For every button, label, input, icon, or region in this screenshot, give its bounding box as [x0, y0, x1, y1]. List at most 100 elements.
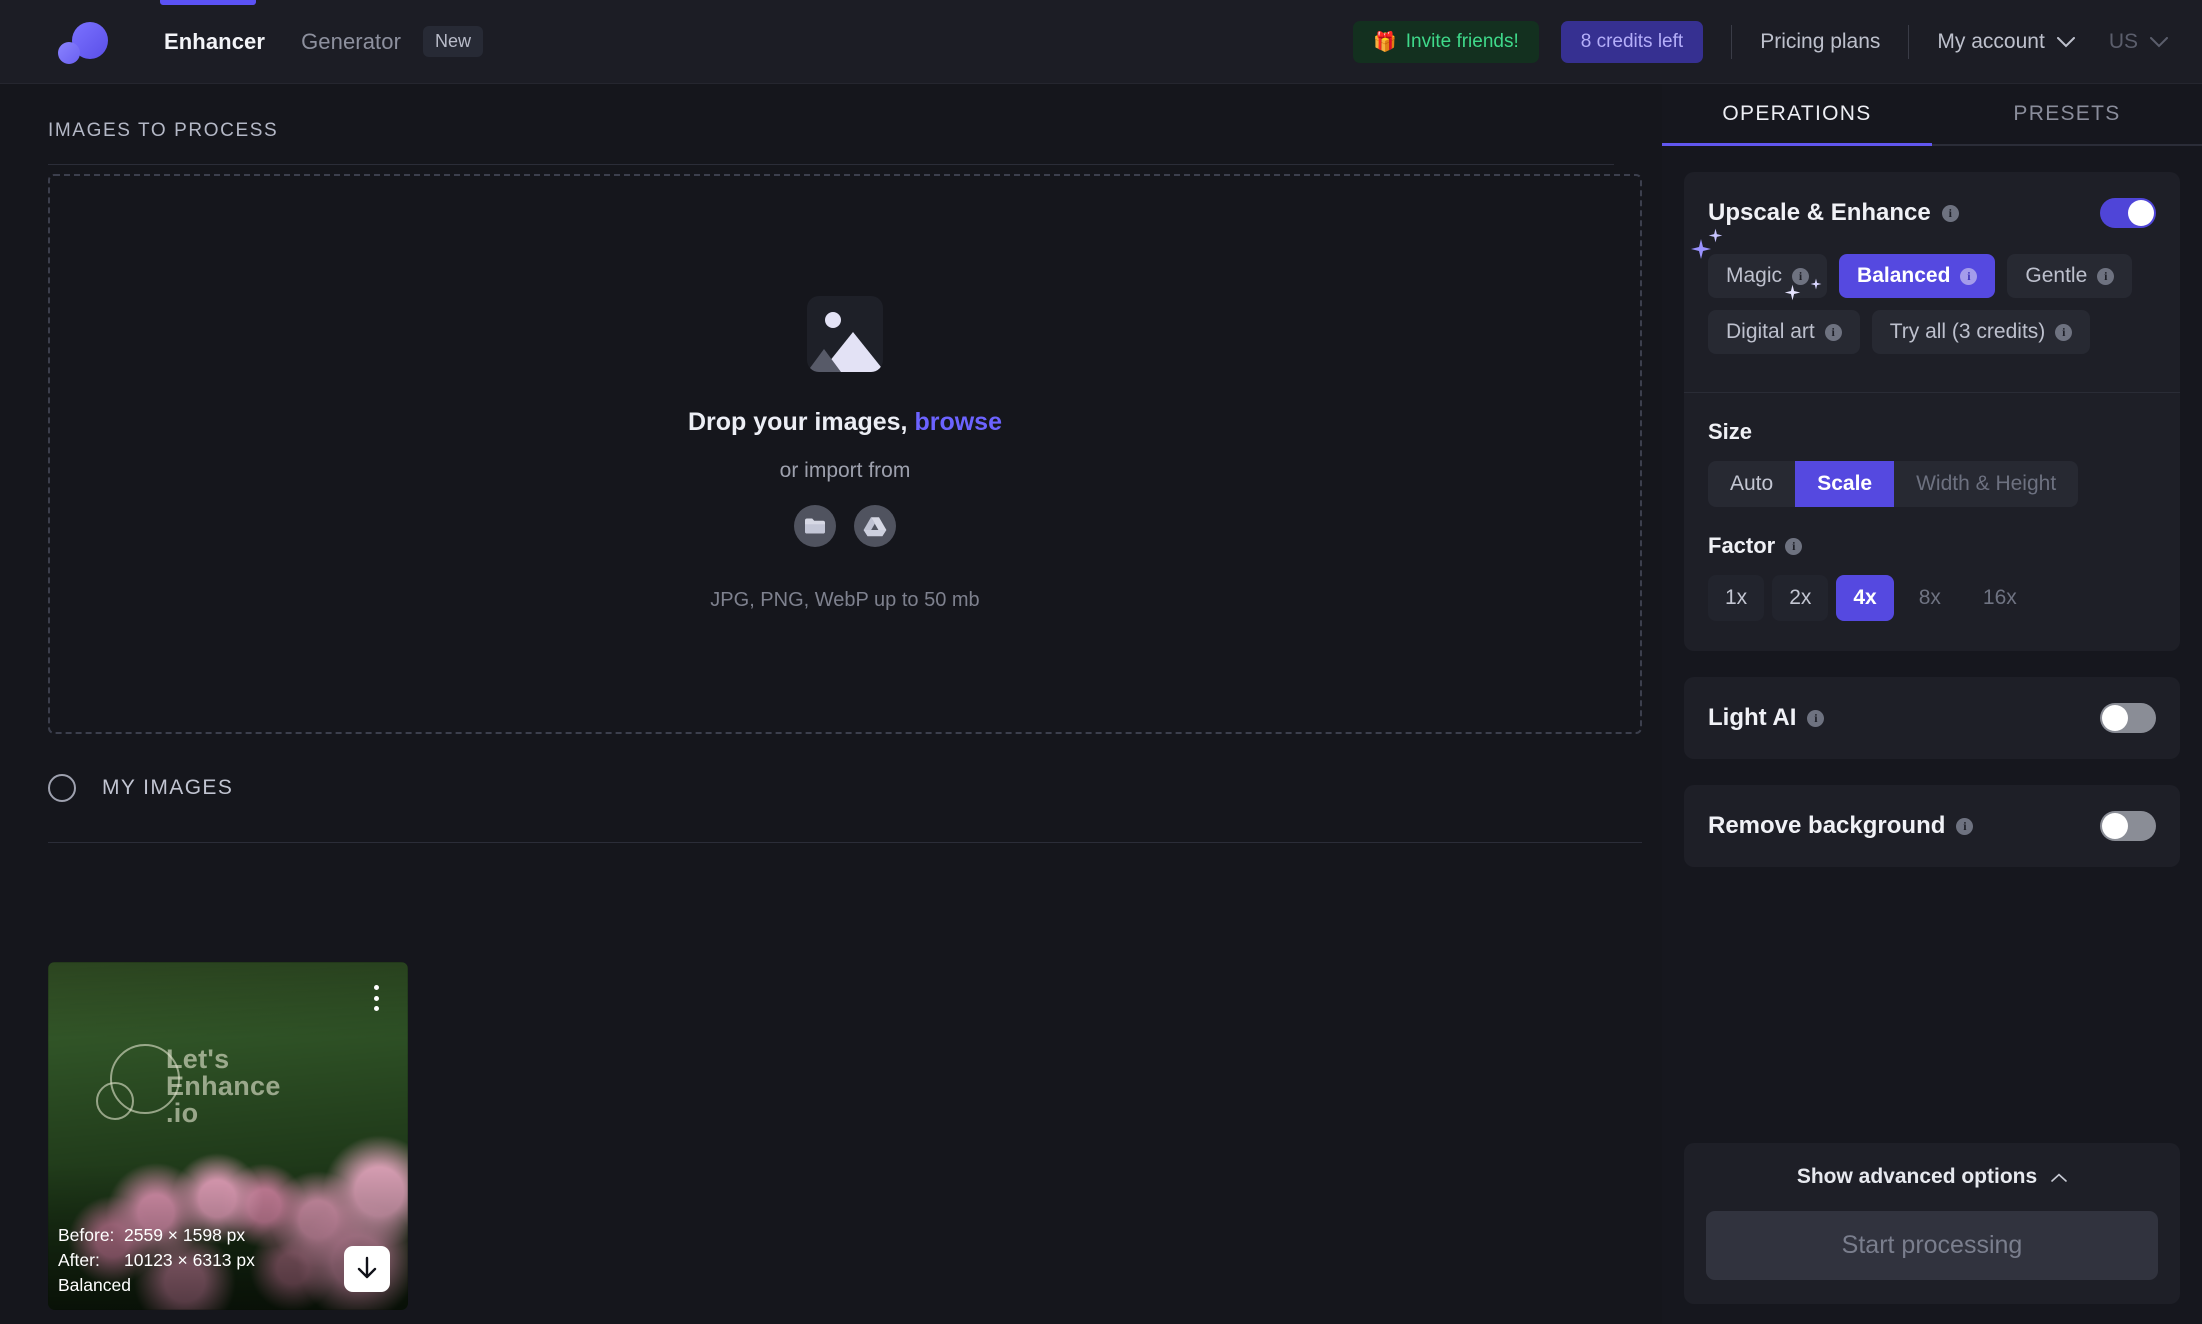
upscale-modes-row-2: Digital art i Try all (3 credits) i: [1708, 310, 2156, 354]
light-ai-title-group: Light AI i: [1708, 704, 1825, 732]
toggle-knob: [2128, 200, 2154, 226]
info-icon[interactable]: i: [1956, 817, 1974, 835]
active-tab-indicator: [160, 0, 256, 5]
upscale-enhance-card: Upscale & Enhance i Magic i Balanced i G…: [1684, 172, 2180, 651]
remove-background-card: Remove background i: [1684, 785, 2180, 867]
chevron-down-icon: [2150, 36, 2168, 48]
nav-item-generator-label: Generator: [301, 28, 402, 54]
light-ai-toggle[interactable]: [2100, 703, 2156, 733]
factor-title: Factor i: [1708, 533, 2156, 559]
panel-footer: Show advanced options Start processing: [1684, 1143, 2180, 1304]
logo-circle-small: [58, 41, 80, 64]
nav-item-enhancer-label: Enhancer: [164, 28, 266, 54]
new-badge: New: [423, 26, 484, 57]
image-card[interactable]: Let's Enhance .io Before: 2559 × 1598 px…: [48, 962, 408, 1310]
mode-try-all-button[interactable]: Try all (3 credits) i: [1871, 310, 2091, 354]
images-to-process-title: IMAGES TO PROCESS: [48, 120, 279, 141]
kebab-menu-icon[interactable]: [364, 982, 388, 1014]
watermark-line-3: .io: [166, 1098, 199, 1128]
size-option-width-height-label: Width & Height: [1916, 472, 2057, 495]
header-divider-1: [1731, 25, 1733, 59]
watermark-line-1: Let's: [166, 1044, 230, 1074]
remove-background-toggle[interactable]: [2100, 811, 2156, 841]
app-header: Enhancer Generator New 🎁 Invite friends!…: [0, 0, 2202, 84]
size-title-label: Size: [1708, 419, 1753, 444]
tab-operations-label: OPERATIONS: [1722, 101, 1872, 125]
tab-operations[interactable]: OPERATIONS: [1662, 84, 1932, 146]
remove-background-title: Remove background: [1708, 812, 1946, 839]
mode-digital-art-button[interactable]: Digital art i: [1708, 310, 1860, 354]
info-icon[interactable]: i: [2055, 323, 2073, 341]
mode-magic-button[interactable]: Magic i: [1708, 254, 1828, 298]
start-processing-label: Start processing: [1841, 1231, 2023, 1259]
factor-options: 1x 2x 4x 8x 16x: [1708, 575, 2156, 621]
factor-option-8x[interactable]: 8x: [1902, 575, 1958, 621]
supported-formats-label: JPG, PNG, WebP up to 50 mb: [710, 589, 980, 611]
start-processing-button[interactable]: Start processing: [1706, 1211, 2158, 1280]
dropzone-title-text: Drop your images,: [688, 408, 908, 436]
factor-option-4x[interactable]: 4x: [1836, 575, 1894, 621]
watermark-text: Let's Enhance .io: [166, 1046, 281, 1127]
download-icon[interactable]: [344, 1246, 390, 1292]
toggle-knob: [2102, 813, 2128, 839]
image-placeholder-icon: [807, 296, 883, 372]
info-icon[interactable]: i: [1785, 537, 1803, 555]
pricing-plans-label: Pricing plans: [1760, 30, 1881, 53]
toggle-knob: [2102, 705, 2128, 731]
size-option-width-height[interactable]: Width & Height: [1894, 461, 2078, 507]
size-option-scale[interactable]: Scale: [1795, 461, 1895, 507]
folder-icon[interactable]: [794, 505, 836, 547]
pricing-plans-link[interactable]: Pricing plans: [1760, 30, 1880, 54]
factor-option-16x[interactable]: 16x: [1966, 575, 2034, 621]
invite-friends-button[interactable]: 🎁 Invite friends!: [1353, 21, 1539, 63]
placeholder-mountain-small: [807, 349, 841, 372]
import-sources: [794, 505, 896, 547]
import-from-label: or import from: [779, 459, 911, 482]
tab-presets[interactable]: PRESETS: [1932, 84, 2202, 146]
my-images-label: MY IMAGES: [102, 776, 234, 799]
info-icon[interactable]: i: [1824, 323, 1842, 341]
size-segmented-control: Auto Scale Width & Height: [1708, 461, 2079, 507]
credits-left-button[interactable]: 8 credits left: [1560, 21, 1704, 63]
google-drive-icon[interactable]: [854, 505, 896, 547]
info-icon[interactable]: i: [2097, 267, 2115, 285]
invite-friends-label: Invite friends!: [1405, 31, 1519, 52]
mode-gentle-button[interactable]: Gentle i: [2007, 254, 2133, 298]
info-icon[interactable]: i: [1807, 709, 1825, 727]
image-card-mode: Balanced: [58, 1275, 131, 1296]
info-icon[interactable]: i: [1792, 267, 1810, 285]
browse-link[interactable]: browse: [914, 408, 1002, 436]
panel-tabs: OPERATIONS PRESETS: [1662, 84, 2202, 146]
primary-nav: Enhancer Generator New: [146, 26, 484, 57]
nav-item-generator[interactable]: Generator: [283, 29, 419, 55]
factor-option-1x[interactable]: 1x: [1708, 575, 1765, 621]
factor-title-label: Factor: [1708, 533, 1776, 558]
upscale-modes-row-1: Magic i Balanced i Gentle i: [1708, 254, 2156, 298]
upscale-toggle[interactable]: [2100, 198, 2156, 228]
upscale-title: Upscale & Enhance: [1708, 199, 1931, 226]
info-icon[interactable]: i: [1941, 204, 1959, 222]
image-dropzone[interactable]: Drop your images, browse or import from …: [48, 174, 1642, 734]
factor-option-8x-label: 8x: [1918, 586, 1941, 609]
show-advanced-options-label: Show advanced options: [1796, 1165, 2038, 1188]
light-ai-card: Light AI i: [1684, 677, 2180, 759]
show-advanced-options-button[interactable]: Show advanced options: [1706, 1165, 2158, 1189]
mode-balanced-button[interactable]: Balanced i: [1839, 254, 1996, 298]
nav-item-enhancer[interactable]: Enhancer: [146, 29, 283, 55]
info-icon[interactable]: i: [1960, 267, 1978, 285]
factor-option-1x-label: 1x: [1725, 586, 1748, 609]
factor-option-2x[interactable]: 2x: [1772, 575, 1829, 621]
image-card-info: Before: 2559 × 1598 px After: 10123 × 63…: [58, 1223, 255, 1298]
section-divider: [48, 164, 1614, 165]
my-account-menu[interactable]: My account: [1937, 30, 2075, 54]
header-divider-2: [1908, 25, 1910, 59]
locale-selector[interactable]: US: [2109, 30, 2168, 54]
lets-enhance-logo[interactable]: [58, 17, 108, 67]
size-title: Size: [1708, 419, 2156, 445]
my-images-header: MY IMAGES: [48, 774, 233, 802]
select-all-images-radio[interactable]: [48, 774, 76, 802]
size-option-auto[interactable]: Auto: [1708, 461, 1795, 507]
size-settings: Size Auto Scale Width & Height Factor i: [1684, 393, 2180, 651]
size-option-auto-label: Auto: [1730, 472, 1774, 495]
main-content: IMAGES TO PROCESS Drop your images, brow…: [0, 84, 1662, 1324]
